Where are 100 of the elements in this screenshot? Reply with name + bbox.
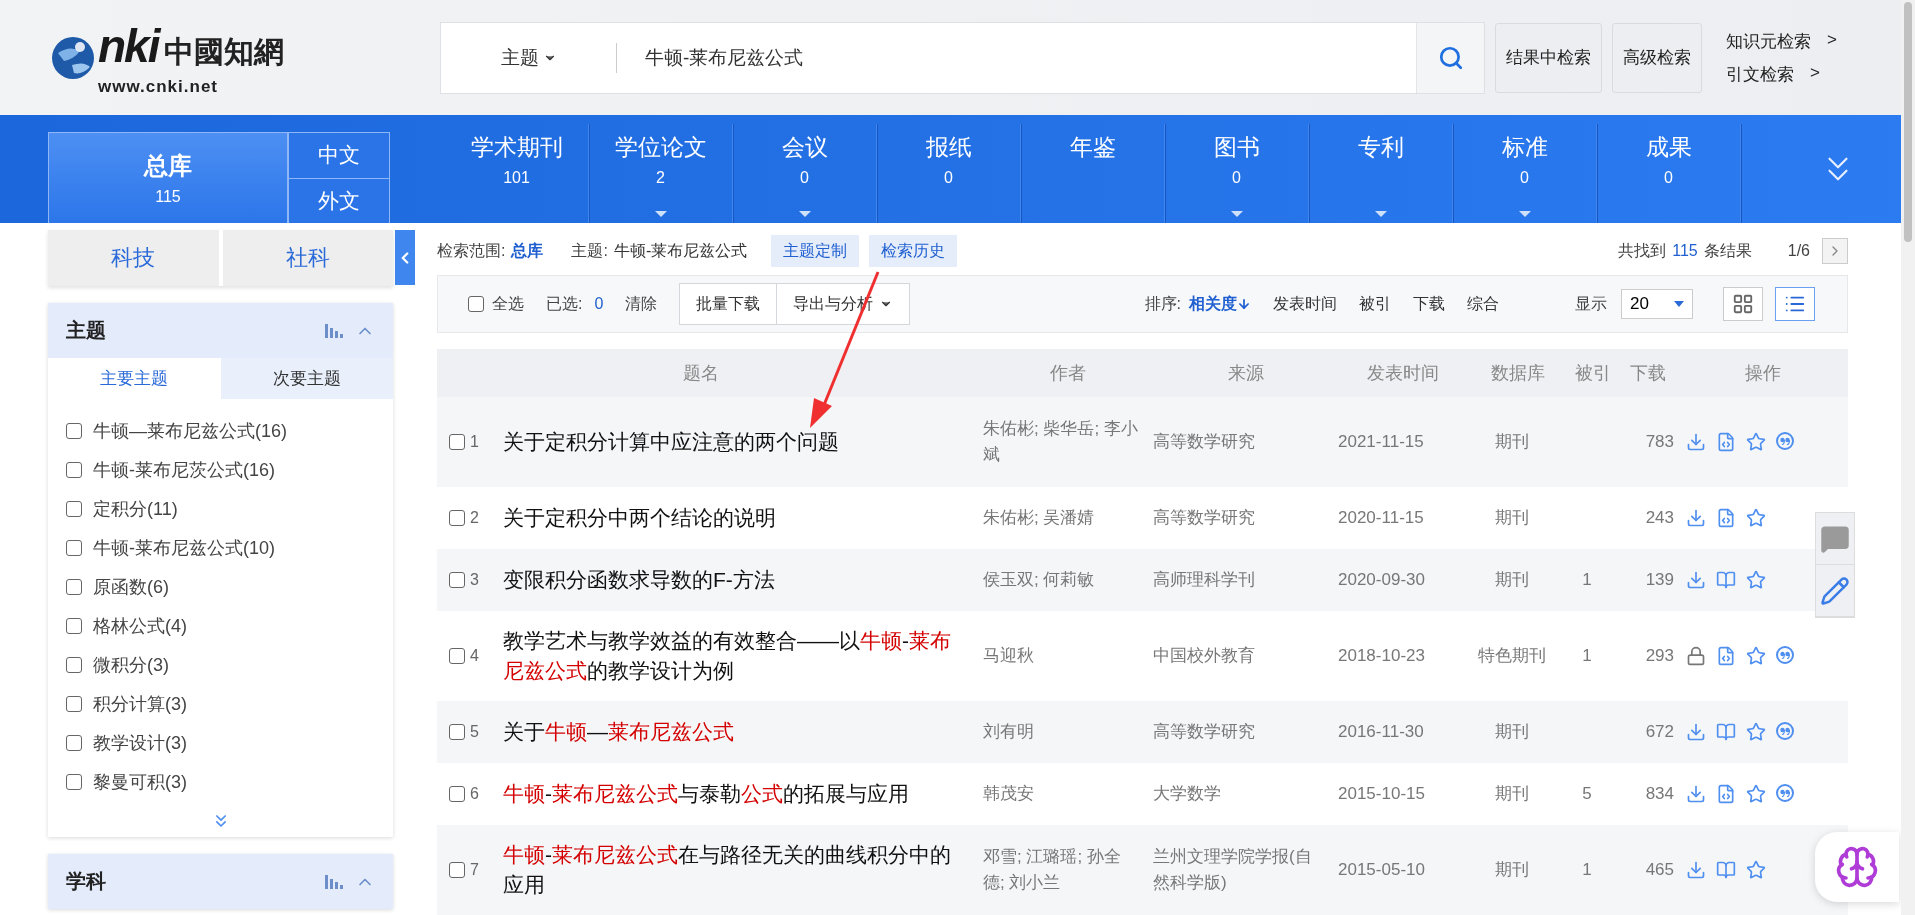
resource-tab[interactable]: 学位论文 2 — [589, 124, 733, 223]
book-icon[interactable] — [1716, 570, 1736, 590]
search-button[interactable] — [1416, 22, 1484, 93]
quote-icon[interactable] — [1776, 646, 1794, 664]
resource-tab[interactable]: 图书 0 — [1165, 124, 1309, 223]
download-icon[interactable] — [1686, 432, 1706, 452]
sidebar-toggle-button[interactable] — [395, 230, 415, 285]
checkbox[interactable] — [66, 773, 82, 790]
search-option-button[interactable]: 高级检索 — [1612, 22, 1702, 93]
row-checkbox[interactable] — [449, 572, 465, 588]
star-icon[interactable] — [1746, 508, 1766, 528]
resource-tab[interactable]: 专利 — [1309, 124, 1453, 223]
bar-chart-icon[interactable] — [325, 874, 343, 889]
star-icon[interactable] — [1746, 570, 1766, 590]
row-checkbox[interactable] — [449, 786, 465, 802]
quote-icon[interactable] — [1776, 784, 1794, 802]
checkbox[interactable] — [66, 422, 82, 439]
topic-tab[interactable]: 次要主题 — [220, 358, 393, 399]
checkbox[interactable] — [66, 656, 82, 673]
checkbox[interactable] — [66, 617, 82, 634]
clear-link[interactable]: 清除 — [625, 293, 658, 315]
row-checkbox[interactable] — [449, 510, 465, 526]
star-icon[interactable] — [1746, 432, 1766, 452]
sort-arrow-icon[interactable] — [1237, 297, 1251, 312]
page-size-select[interactable]: 20 — [1621, 289, 1693, 320]
sort-option[interactable]: 发表时间 — [1273, 293, 1337, 315]
toolbar-button[interactable]: 批量下载 — [679, 283, 778, 326]
download-icon[interactable] — [1686, 508, 1706, 528]
search-option-button[interactable]: 结果中检索 — [1495, 22, 1602, 93]
book-icon[interactable] — [1716, 860, 1736, 880]
brain-icon[interactable] — [1835, 845, 1879, 889]
code-file-icon[interactable] — [1716, 432, 1736, 452]
code-file-icon[interactable] — [1716, 508, 1736, 528]
download-icon[interactable] — [1686, 784, 1706, 804]
grid-view-button[interactable] — [1723, 287, 1763, 322]
book-icon[interactable] — [1716, 722, 1736, 742]
article-title-link[interactable]: 教学艺术与教学效益的有效整合——以牛顿-莱布尼兹公式的教学设计为例 — [503, 625, 983, 687]
code-file-icon[interactable] — [1716, 784, 1736, 804]
header-link[interactable]: 知识元检索 > — [1726, 29, 1837, 53]
topic-label[interactable]: 定积分(11) — [93, 496, 178, 521]
field-select[interactable]: 主题 — [441, 42, 617, 73]
language-tab[interactable]: 外文 — [288, 177, 390, 223]
checkbox[interactable] — [66, 578, 82, 595]
topic-label[interactable]: 积分计算(3) — [93, 691, 187, 716]
row-checkbox[interactable] — [449, 434, 465, 450]
resource-tab[interactable]: 成果 0 — [1597, 124, 1741, 223]
star-icon[interactable] — [1746, 646, 1766, 666]
topic-label[interactable]: 牛顿-莱布尼兹公式(10) — [93, 535, 275, 560]
next-page-button[interactable] — [1822, 238, 1848, 265]
topic-label[interactable]: 教学设计(3) — [93, 730, 187, 755]
code-file-icon[interactable] — [1716, 646, 1736, 666]
article-title-link[interactable]: 关于牛顿—莱布尼兹公式 — [503, 716, 983, 748]
download-icon[interactable] — [1686, 570, 1706, 590]
select-all-label[interactable]: 全选 — [492, 293, 524, 315]
article-title-link[interactable]: 变限积分函数求导数的F-方法 — [503, 564, 983, 596]
article-title-link[interactable]: 牛顿-莱布尼兹公式在与路径无关的曲线积分中的应用 — [503, 839, 983, 901]
article-title-link[interactable]: 牛顿-莱布尼兹公式与泰勒公式的拓展与应用 — [503, 778, 983, 810]
star-icon[interactable] — [1746, 784, 1766, 804]
row-checkbox[interactable] — [449, 648, 465, 664]
header-link[interactable]: 引文检索 > — [1726, 62, 1837, 86]
search-icon[interactable] — [1437, 44, 1464, 71]
row-checkbox[interactable] — [449, 862, 465, 878]
checkbox[interactable] — [66, 734, 82, 751]
quote-icon[interactable] — [1776, 432, 1794, 450]
scrollbar[interactable] — [1901, 0, 1915, 915]
resource-tab[interactable]: 标准 0 — [1453, 124, 1597, 223]
caret-icon[interactable] — [1674, 301, 1684, 308]
checkbox[interactable] — [66, 461, 82, 478]
query-tag-button[interactable]: 主题定制 — [771, 235, 860, 268]
lock-icon[interactable] — [1686, 646, 1706, 666]
topic-label[interactable]: 牛顿-莱布尼茨公式(16) — [93, 457, 275, 482]
search-field[interactable]: 主题 牛顿-莱布尼兹公式 — [440, 21, 1485, 94]
select-all-checkbox[interactable] — [468, 296, 484, 313]
article-title-link[interactable]: 关于定积分计算中应注意的两个问题 — [503, 426, 983, 458]
sort-option[interactable]: 相关度 — [1189, 293, 1251, 315]
database-tab[interactable]: 总库 115 — [48, 132, 288, 223]
list-view-button[interactable] — [1775, 287, 1815, 322]
checkbox[interactable] — [66, 500, 82, 517]
sort-option[interactable]: 被引 — [1359, 293, 1391, 315]
ai-assistant-button[interactable] — [1815, 832, 1899, 902]
resource-tab[interactable]: 报纸 0 — [877, 124, 1021, 223]
query-tag-button[interactable]: 检索历史 — [869, 235, 958, 268]
resource-tab[interactable]: 年鉴 — [1021, 124, 1165, 223]
topic-label[interactable]: 黎曼可积(3) — [93, 769, 187, 794]
topic-label[interactable]: 牛顿—莱布尼兹公式(16) — [93, 418, 287, 443]
topic-label[interactable]: 原函数(6) — [93, 574, 169, 599]
download-icon[interactable] — [1686, 860, 1706, 880]
resource-tab[interactable]: 学术期刊 101 — [445, 124, 589, 223]
bar-chart-icon[interactable] — [325, 323, 343, 338]
row-checkbox[interactable] — [449, 724, 465, 740]
checkbox[interactable] — [66, 695, 82, 712]
grid-icon[interactable] — [1732, 293, 1754, 316]
sort-option[interactable]: 下载 — [1413, 293, 1445, 315]
category-button[interactable]: 社科 — [222, 230, 393, 286]
sort-option[interactable]: 综合 — [1467, 293, 1499, 315]
download-icon[interactable] — [1686, 722, 1706, 742]
language-tab[interactable]: 中文 — [288, 132, 390, 178]
article-title-link[interactable]: 关于定积分中两个结论的说明 — [503, 502, 983, 534]
topic-label[interactable]: 格林公式(4) — [93, 613, 187, 638]
checkbox[interactable] — [66, 539, 82, 556]
